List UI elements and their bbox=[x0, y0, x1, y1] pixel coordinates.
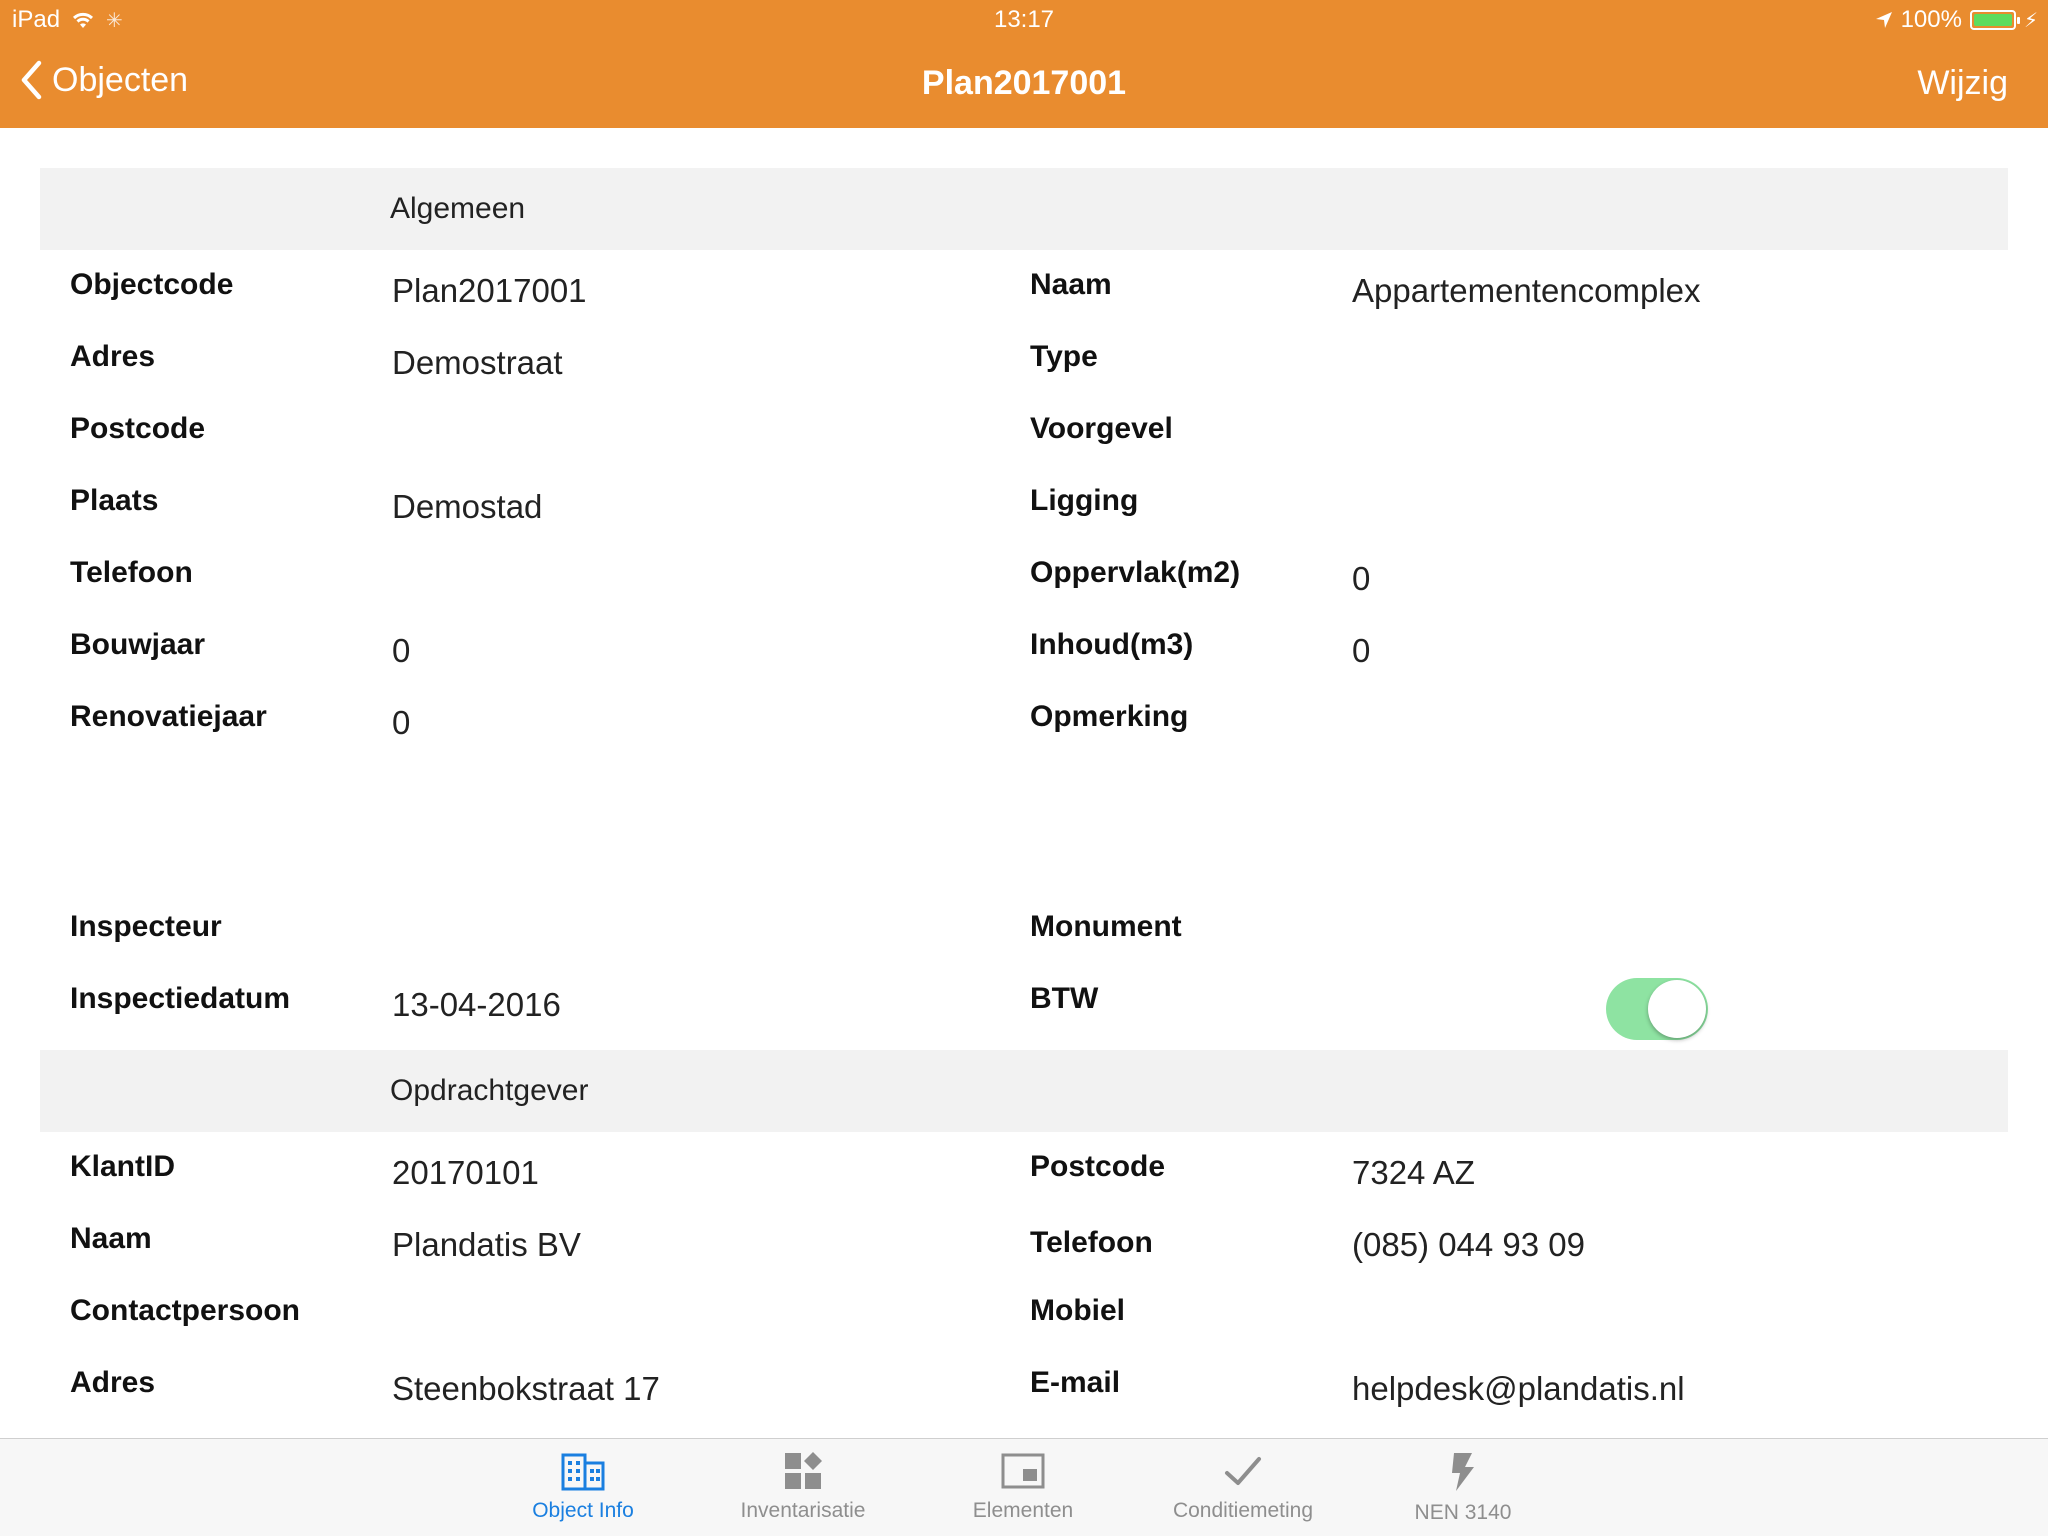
charging-icon: ⚡ bbox=[2023, 9, 2038, 32]
page-title: Plan2017001 bbox=[921, 64, 1127, 102]
checkmark-icon bbox=[1225, 1457, 1261, 1485]
label-opmerking: Opmerking bbox=[1030, 700, 1189, 733]
tab-label-conditiemeting: Conditiemeting bbox=[1172, 1499, 1314, 1522]
status-right: 100% ⚡ bbox=[1875, 6, 2038, 34]
label-klant-adres: Adres bbox=[70, 1366, 156, 1399]
tab-label-inventarisatie: Inventarisatie bbox=[740, 1499, 866, 1522]
label-klant-postcode: Postcode bbox=[1030, 1150, 1166, 1183]
value-klant-telefoon[interactable]: (085) 044 93 09 bbox=[1352, 1226, 1585, 1264]
toggle-knob bbox=[1648, 980, 1706, 1038]
tab-label-nen3140: NEN 3140 bbox=[1414, 1501, 1512, 1524]
label-voorgevel: Voorgevel bbox=[1030, 412, 1173, 445]
value-email[interactable]: helpdesk@plandatis.nl bbox=[1352, 1370, 1685, 1408]
label-contactpersoon: Contactpersoon bbox=[70, 1294, 301, 1327]
tab-object-info[interactable]: Object Info bbox=[483, 1451, 683, 1523]
label-oppervlak: Oppervlak(m2) bbox=[1030, 556, 1241, 589]
label-telefoon: Telefoon bbox=[70, 556, 193, 589]
label-naam: Naam bbox=[1030, 268, 1112, 301]
label-inspectiedatum: Inspectiedatum bbox=[70, 982, 291, 1015]
value-plaats[interactable]: Demostad bbox=[392, 488, 542, 526]
value-renovatiejaar[interactable]: 0 bbox=[392, 704, 410, 742]
tab-nen3140[interactable]: NEN 3140 bbox=[1363, 1451, 1563, 1525]
section-title-algemeen: Algemeen bbox=[390, 192, 526, 225]
section-title-opdrachtgever: Opdrachtgever bbox=[390, 1074, 589, 1107]
lightning-icon bbox=[1452, 1453, 1474, 1491]
label-ligging: Ligging bbox=[1030, 484, 1139, 517]
location-arrow-icon bbox=[1875, 12, 1892, 28]
label-type: Type bbox=[1030, 340, 1098, 373]
label-objectcode: Objectcode bbox=[70, 268, 234, 301]
grid-icon bbox=[785, 1452, 822, 1489]
value-klant-naam[interactable]: Plandatis BV bbox=[392, 1226, 581, 1264]
label-email: E-mail bbox=[1030, 1366, 1121, 1399]
edit-button[interactable]: Wijzig bbox=[1917, 64, 2008, 103]
value-bouwjaar[interactable]: 0 bbox=[392, 632, 410, 670]
label-klantid: KlantID bbox=[70, 1150, 175, 1183]
tab-bar: Object Info Inventarisatie Elementen Con… bbox=[0, 1438, 2048, 1536]
label-mobiel: Mobiel bbox=[1030, 1294, 1125, 1327]
section-header-algemeen: Algemeen bbox=[40, 168, 2008, 250]
value-inspectiedatum[interactable]: 13-04-2016 bbox=[392, 986, 561, 1024]
value-objectcode[interactable]: Plan2017001 bbox=[392, 272, 587, 310]
label-bouwjaar: Bouwjaar bbox=[70, 628, 206, 661]
value-klant-adres[interactable]: Steenbokstraat 17 bbox=[392, 1370, 660, 1408]
label-monument: Monument bbox=[1030, 910, 1182, 943]
label-plaats: Plaats bbox=[70, 484, 159, 517]
label-adres: Adres bbox=[70, 340, 156, 373]
label-klant-naam: Naam bbox=[70, 1222, 152, 1255]
value-klant-postcode[interactable]: 7324 AZ bbox=[1352, 1154, 1475, 1192]
btw-toggle[interactable] bbox=[1606, 978, 1708, 1040]
tab-inventarisatie[interactable]: Inventarisatie bbox=[703, 1451, 903, 1523]
value-adres[interactable]: Demostraat bbox=[392, 344, 563, 382]
status-time: 13:17 bbox=[993, 6, 1055, 33]
tab-label-elementen: Elementen bbox=[972, 1499, 1074, 1522]
section-header-opdrachtgever: Opdrachtgever bbox=[40, 1050, 2008, 1132]
value-inhoud[interactable]: 0 bbox=[1352, 632, 1370, 670]
tab-label-object-info: Object Info bbox=[532, 1499, 634, 1522]
tab-conditiemeting[interactable]: Conditiemeting bbox=[1143, 1451, 1343, 1523]
value-naam[interactable]: Appartementencomplex bbox=[1352, 272, 1701, 310]
label-btw: BTW bbox=[1030, 982, 1099, 1015]
battery-icon bbox=[1969, 10, 2020, 30]
battery-percent: 100% bbox=[1900, 6, 1962, 33]
label-postcode: Postcode bbox=[70, 412, 206, 445]
tab-elementen[interactable]: Elementen bbox=[923, 1451, 1123, 1523]
label-inspecteur: Inspecteur bbox=[70, 910, 222, 943]
building-icon bbox=[561, 1453, 605, 1491]
object-info-form[interactable]: Algemeen Objectcode Plan2017001 Adres De… bbox=[0, 128, 2048, 1438]
value-klantid[interactable]: 20170101 bbox=[392, 1154, 539, 1192]
label-inhoud: Inhoud(m3) bbox=[1030, 628, 1194, 661]
square-icon bbox=[1001, 1453, 1045, 1489]
label-klant-telefoon: Telefoon bbox=[1030, 1226, 1153, 1259]
navigation-bar: iPad ✳ 13:17 100% ⚡ Objecten Plan2017001… bbox=[0, 0, 2048, 128]
value-oppervlak[interactable]: 0 bbox=[1352, 560, 1370, 598]
label-renovatiejaar: Renovatiejaar bbox=[70, 700, 267, 733]
